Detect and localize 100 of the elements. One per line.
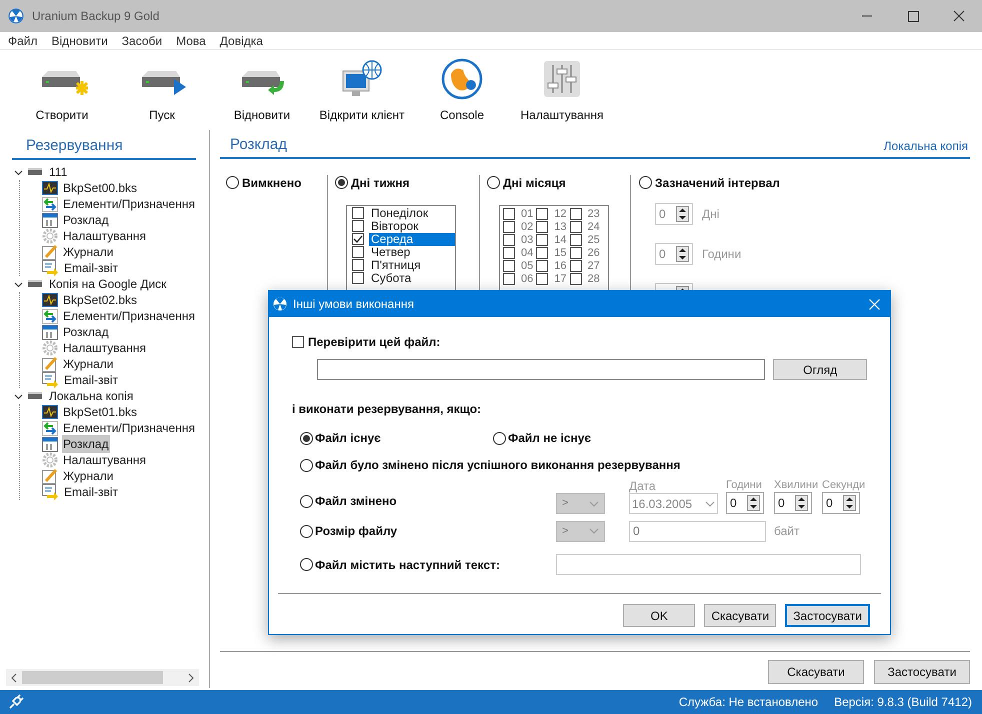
checkbox[interactable] xyxy=(536,273,548,285)
toolbar-button[interactable]: Налаштування xyxy=(512,58,612,124)
browse-button[interactable]: Огляд xyxy=(773,359,867,380)
checkbox[interactable] xyxy=(570,260,582,272)
date-picker[interactable]: 16.03.2005 xyxy=(629,493,718,514)
radio-button[interactable] xyxy=(493,432,506,444)
toolbar-button[interactable]: Пуск xyxy=(112,58,212,124)
tree-item[interactable]: Копія на Google Диск xyxy=(49,275,166,293)
footer-button[interactable]: Застосувати xyxy=(874,660,970,684)
tree-item[interactable]: Елементи/Призначення xyxy=(62,195,196,213)
checkbox[interactable] xyxy=(352,207,364,219)
tree-item[interactable]: Email-звіт xyxy=(63,371,120,389)
tree-item[interactable]: Журнали xyxy=(62,467,114,485)
checkbox[interactable] xyxy=(570,234,582,246)
checkbox[interactable] xyxy=(536,260,548,272)
radio-button[interactable] xyxy=(639,176,652,189)
menu-item[interactable]: Відновити xyxy=(52,32,108,50)
tree-item[interactable]: BkpSet00.bks xyxy=(62,179,138,197)
tree-item[interactable]: Розклад xyxy=(62,435,110,453)
radio-button[interactable] xyxy=(487,176,500,189)
radio-button[interactable] xyxy=(226,176,239,189)
spinner-arrows-icon[interactable] xyxy=(747,495,760,511)
tree-item[interactable]: Журнали xyxy=(62,355,114,373)
close-icon[interactable] xyxy=(869,298,880,310)
menu-item[interactable]: Мова xyxy=(176,32,206,50)
checkbox[interactable] xyxy=(503,221,515,233)
spin-field[interactable]: 0 xyxy=(774,492,812,514)
footer-button[interactable]: Скасувати xyxy=(768,660,864,684)
tree-item[interactable]: Елементи/Призначення xyxy=(62,419,196,437)
toolbar-button[interactable]: Відновити xyxy=(212,58,312,124)
checkbox[interactable] xyxy=(570,247,582,259)
tree-item[interactable]: Налаштування xyxy=(62,227,147,245)
chevron-icon[interactable] xyxy=(14,392,23,400)
menu-item[interactable]: Засоби xyxy=(122,32,162,50)
radio-button[interactable] xyxy=(300,524,313,538)
tree-item[interactable]: Локальна копія xyxy=(49,387,134,405)
file-path-field[interactable] xyxy=(317,359,766,380)
backup-link[interactable]: Локальна копія xyxy=(884,136,968,156)
checkbox[interactable] xyxy=(536,247,548,259)
checkbox[interactable] xyxy=(352,259,364,271)
spin-field[interactable]: 0 xyxy=(655,242,693,264)
radio-button[interactable] xyxy=(300,458,313,472)
weekday-item[interactable]: Понеділок xyxy=(369,206,455,220)
tree-item[interactable]: BkpSet01.bks xyxy=(62,403,138,421)
checkbox[interactable] xyxy=(352,272,364,284)
dialog-button[interactable]: Скасувати xyxy=(704,604,776,627)
spin-field[interactable]: 0 xyxy=(655,202,693,224)
spin-field[interactable]: 0 xyxy=(726,492,764,514)
radio-button[interactable] xyxy=(300,432,313,444)
checkbox[interactable] xyxy=(570,273,582,285)
weekday-item[interactable]: Вівторок xyxy=(369,220,455,232)
tree-item[interactable]: Email-звіт xyxy=(63,483,120,501)
chevron-icon[interactable] xyxy=(14,168,23,176)
radio-button[interactable] xyxy=(335,176,348,189)
toolbar-button[interactable]: Створити xyxy=(12,58,112,124)
size-field[interactable]: 0 xyxy=(629,520,766,542)
checkbox[interactable] xyxy=(536,221,548,233)
toolbar-button[interactable]: Console xyxy=(412,58,512,124)
radio-button[interactable] xyxy=(300,494,313,508)
tree-item[interactable]: Журнали xyxy=(62,243,114,261)
tree-item[interactable]: Розклад xyxy=(62,211,110,229)
checkbox[interactable] xyxy=(503,234,515,246)
checkbox[interactable] xyxy=(352,246,364,258)
dialog-button[interactable]: Застосувати xyxy=(785,604,870,627)
spin-field[interactable]: 0 xyxy=(822,492,860,514)
checkbox[interactable] xyxy=(352,220,364,232)
tree-item[interactable]: Розклад xyxy=(62,323,110,341)
spinner-arrows-icon[interactable] xyxy=(676,206,689,222)
checkbox[interactable] xyxy=(352,233,364,245)
console-logo-icon[interactable] xyxy=(441,58,483,100)
tree-item[interactable]: 111 xyxy=(49,163,68,181)
checkbox[interactable] xyxy=(292,336,304,348)
checkbox[interactable] xyxy=(536,234,548,246)
checkbox[interactable] xyxy=(503,273,515,285)
scrollbar-thumb[interactable] xyxy=(22,671,163,684)
monitor-globe-icon[interactable] xyxy=(340,59,384,99)
text-field[interactable] xyxy=(556,554,861,575)
weekday-item[interactable]: П'ятниця xyxy=(369,258,455,272)
tree-item[interactable]: BkpSet02.bks xyxy=(62,291,138,309)
tree-item[interactable]: Налаштування xyxy=(62,339,147,357)
toolbar-button[interactable]: Відкрити клієнт xyxy=(312,58,412,124)
spinner-arrows-icon[interactable] xyxy=(843,495,856,511)
checkbox[interactable] xyxy=(570,221,582,233)
weekday-item[interactable]: Субота xyxy=(369,272,455,284)
checkbox[interactable] xyxy=(503,208,515,220)
checkbox[interactable] xyxy=(570,208,582,220)
weekday-item[interactable]: Четвер xyxy=(369,246,455,258)
checkbox[interactable] xyxy=(536,208,548,220)
tree-item[interactable]: Елементи/Призначення xyxy=(62,307,196,325)
spinner-arrows-icon[interactable] xyxy=(676,246,689,262)
sliders-icon[interactable] xyxy=(542,59,582,99)
spinner-arrows-icon[interactable] xyxy=(795,495,808,511)
dialog-button[interactable]: OK xyxy=(623,604,696,627)
checkbox[interactable] xyxy=(503,260,515,272)
tree-item[interactable]: Email-звіт xyxy=(63,259,120,277)
weekday-item[interactable]: Середа xyxy=(369,232,455,246)
chevron-icon[interactable] xyxy=(14,280,23,288)
radio-button[interactable] xyxy=(300,558,313,571)
menu-item[interactable]: Файл xyxy=(8,32,38,50)
checkbox[interactable] xyxy=(503,247,515,259)
